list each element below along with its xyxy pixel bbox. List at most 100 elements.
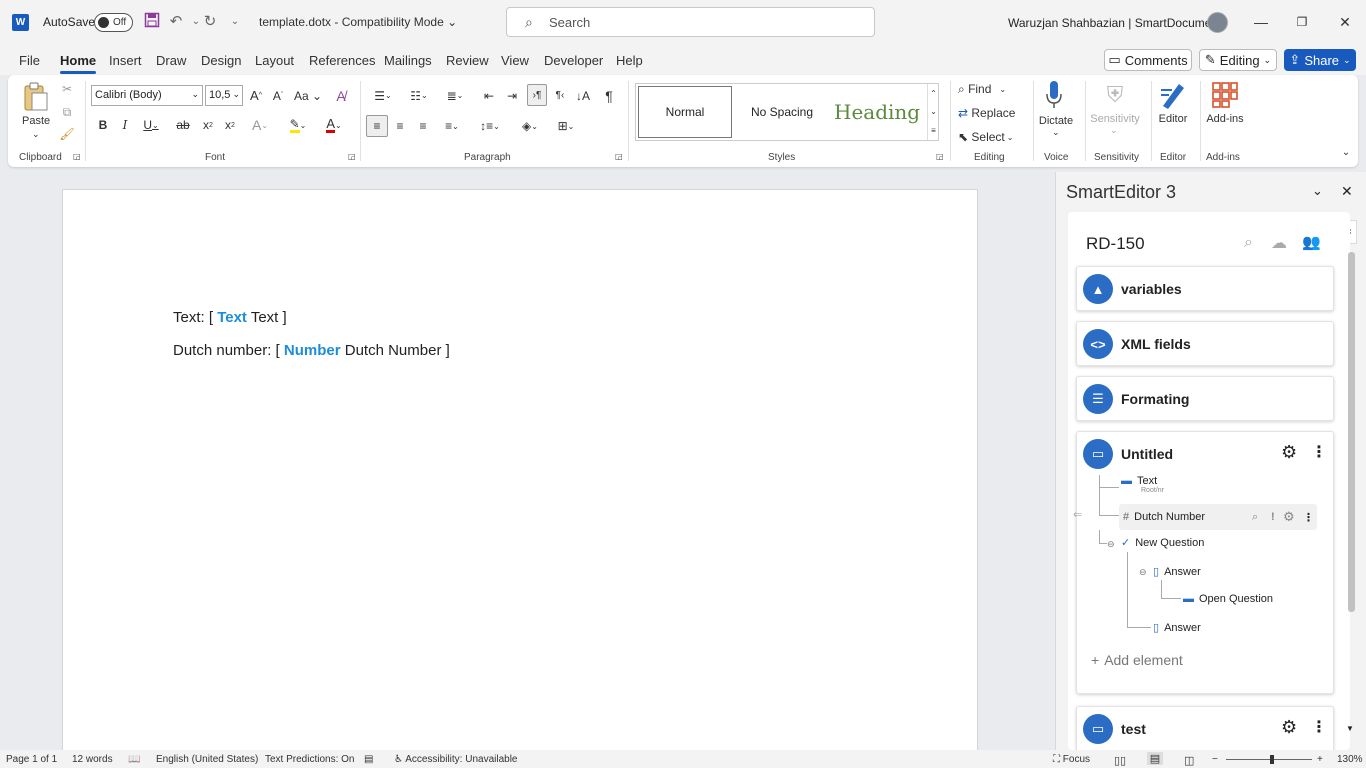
search-icon[interactable]: ⌕ xyxy=(1252,511,1258,524)
section-title[interactable]: Untitled xyxy=(1121,446,1173,462)
card-formating[interactable]: ☰ Formating xyxy=(1076,376,1334,421)
style-heading-1[interactable]: Heading 1 xyxy=(832,86,928,138)
italic-icon[interactable]: I xyxy=(117,115,133,135)
bold-icon[interactable]: B xyxy=(95,115,111,135)
strikethrough-icon[interactable]: ab xyxy=(174,115,192,135)
comments-button[interactable]: ▭ Comments xyxy=(1104,49,1192,71)
tree-item-answer-1[interactable]: ▯ Answer xyxy=(1153,565,1201,579)
tree-item-open-question[interactable]: ▬ Open Question xyxy=(1183,593,1273,605)
customize-toolbar-icon[interactable]: ⌄ xyxy=(225,12,245,32)
close-icon[interactable]: ✕ xyxy=(1331,10,1359,34)
chevron-down-icon[interactable]: ⌄ xyxy=(32,129,40,140)
text-field-tag[interactable]: Text xyxy=(217,309,247,326)
tree-item-answer-2[interactable]: ▯ Answer xyxy=(1153,621,1201,635)
scroll-down-icon[interactable]: ▼ xyxy=(1346,724,1354,733)
gear-icon[interactable]: ⚙ xyxy=(1281,442,1297,463)
tab-view[interactable]: View xyxy=(501,53,529,68)
underline-icon[interactable]: U ⌄ xyxy=(139,115,163,135)
style-normal[interactable]: Normal xyxy=(638,86,732,138)
tab-design[interactable]: Design xyxy=(201,53,241,68)
increase-indent-icon[interactable]: ⇥ xyxy=(503,85,521,106)
text-effects-icon[interactable]: A ⌄ xyxy=(247,115,273,135)
print-layout-icon[interactable]: ▤ xyxy=(1147,752,1163,765)
font-color-icon[interactable]: A ⌄ xyxy=(319,115,349,135)
text-predictions[interactable]: Text Predictions: On xyxy=(265,754,354,765)
redo-icon[interactable]: ↻ xyxy=(200,12,220,32)
add-ins-label[interactable]: Add-ins xyxy=(1204,113,1246,125)
numbering-icon[interactable]: ☷ ⌄ xyxy=(404,85,434,106)
zoom-slider[interactable] xyxy=(1226,759,1312,760)
dialog-launcher-icon[interactable]: ◲ xyxy=(73,152,81,161)
card-xml-fields[interactable]: <> XML fields xyxy=(1076,321,1334,366)
collapse-ribbon-icon[interactable]: ⌄ xyxy=(1339,145,1353,159)
tab-review[interactable]: Review xyxy=(446,53,489,68)
ltr-direction-icon[interactable]: ›¶ xyxy=(527,84,547,106)
number-field-line[interactable]: Dutch number: [ Number Dutch Number ] xyxy=(173,342,450,359)
chevron-down-icon[interactable]: ⌄ xyxy=(1052,127,1060,138)
tree-item-new-question[interactable]: ✓ New Question xyxy=(1121,536,1204,550)
superscript-icon[interactable]: x2 xyxy=(222,115,238,135)
web-layout-icon[interactable]: ◫ xyxy=(1184,754,1194,767)
align-center-icon[interactable]: ≡ xyxy=(391,115,409,137)
line-spacing-icon[interactable]: ↕≡ ⌄ xyxy=(475,115,505,137)
styles-more-icon[interactable]: ≡ xyxy=(927,120,939,140)
editor-icon[interactable] xyxy=(1158,79,1188,111)
restore-icon[interactable]: ❐ xyxy=(1288,10,1316,34)
language[interactable]: English (United States) xyxy=(156,754,258,765)
multilevel-list-icon[interactable]: ≣ ⌄ xyxy=(440,85,470,106)
page-count[interactable]: Page 1 of 1 xyxy=(6,754,57,765)
text-field-line[interactable]: Text: [ Text Text ] xyxy=(173,309,287,326)
tab-insert[interactable]: Insert xyxy=(109,53,142,68)
zoom-slider-thumb[interactable] xyxy=(1270,755,1274,764)
user-name[interactable]: Waruzjan Shahbazian | SmartDocuments xyxy=(1008,16,1227,30)
cut-icon[interactable]: ✂ xyxy=(59,81,75,97)
align-left-icon[interactable]: ≡ xyxy=(366,115,388,137)
read-mode-icon[interactable]: ▯▯ xyxy=(1114,754,1126,767)
panel-scrollbar[interactable] xyxy=(1348,252,1355,612)
font-size-select[interactable]: 10,5 ⌄ xyxy=(205,85,243,106)
style-no-spacing[interactable]: No Spacing xyxy=(734,86,830,138)
users-icon[interactable]: 👥 xyxy=(1302,233,1321,251)
grow-font-icon[interactable]: A ^ xyxy=(247,85,265,106)
find-button[interactable]: ⌕ Find ⌄ xyxy=(958,80,1018,98)
paste-label[interactable]: Paste xyxy=(22,115,50,127)
minimize-icon[interactable]: — xyxy=(1247,10,1275,34)
section-title[interactable]: test xyxy=(1121,721,1146,737)
dialog-launcher-icon[interactable]: ◲ xyxy=(348,152,356,161)
tree-item-dutch-number[interactable]: # Dutch Number ⌕ ! ⚙ ⋮ xyxy=(1119,504,1317,530)
accessibility-status[interactable]: ♿ Accessibility: Unavailable xyxy=(394,754,517,765)
zoom-out-icon[interactable]: − xyxy=(1212,754,1218,765)
tab-layout[interactable]: Layout xyxy=(255,53,294,68)
exclamation-icon[interactable]: ! xyxy=(1271,511,1275,523)
editing-mode-button[interactable]: ✎ Editing ⌄ xyxy=(1199,49,1277,71)
align-right-icon[interactable]: ≡ xyxy=(414,115,432,137)
panel-options-icon[interactable]: ⌄ xyxy=(1312,183,1323,199)
tab-mailings[interactable]: Mailings xyxy=(384,53,432,68)
share-button[interactable]: ⇪ Share ⌄ xyxy=(1284,49,1356,71)
replace-button[interactable]: ⇄ Replace xyxy=(958,104,1022,122)
shrink-font-icon[interactable]: Aˇ xyxy=(269,85,287,106)
clear-formatting-icon[interactable]: A̸ xyxy=(331,85,351,106)
move-back-icon[interactable]: ⇐ xyxy=(1073,508,1082,521)
highlight-color-icon[interactable]: ✎ ⌄ xyxy=(282,115,314,135)
word-count[interactable]: 12 words xyxy=(72,754,113,765)
gear-icon[interactable]: ⚙ xyxy=(1281,717,1297,738)
show-formatting-marks-icon[interactable]: ¶ xyxy=(600,85,618,106)
cloud-upload-icon[interactable]: ☁ xyxy=(1271,233,1287,253)
search-icon[interactable]: ⌕ xyxy=(1244,234,1253,252)
tree-item-text[interactable]: ▬ Text Root/nr xyxy=(1121,475,1164,494)
add-ins-icon[interactable] xyxy=(1211,80,1239,110)
tab-draw[interactable]: Draw xyxy=(156,53,186,68)
sort-icon[interactable]: ↓A xyxy=(574,85,592,106)
more-options-icon[interactable]: ⋮ xyxy=(1311,717,1327,737)
search-input[interactable]: ⌕ Search xyxy=(506,7,875,37)
add-element-button[interactable]: + Add element xyxy=(1091,652,1183,668)
proofing-icon[interactable]: 📖 xyxy=(128,754,140,765)
collapse-icon[interactable]: ⊖ xyxy=(1107,539,1115,550)
track-changes-icon[interactable]: ▤ xyxy=(364,754,373,765)
card-variables[interactable]: ▲ variables xyxy=(1076,266,1334,311)
justify-icon[interactable]: ≡ ⌄ xyxy=(437,115,467,137)
document-title[interactable]: template.dotx - Compatibility Mode ⌄ xyxy=(259,15,457,29)
rtl-direction-icon[interactable]: ¶‹ xyxy=(551,85,569,106)
more-options-icon[interactable]: ⋮ xyxy=(1311,442,1327,462)
